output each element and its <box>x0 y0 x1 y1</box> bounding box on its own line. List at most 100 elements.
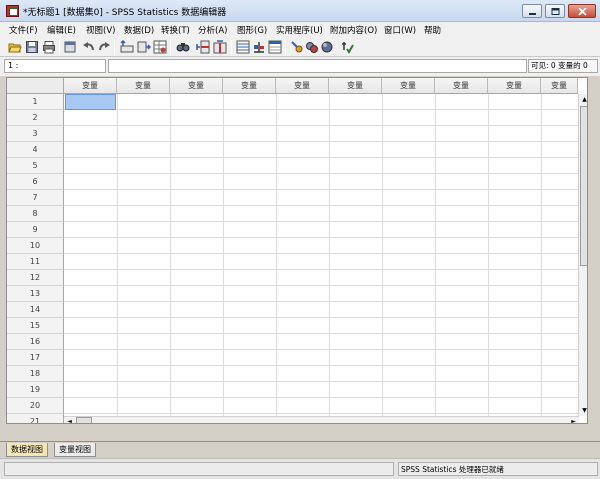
row-header[interactable]: 13 <box>7 286 64 302</box>
row-header[interactable]: 8 <box>7 206 64 222</box>
grid-line <box>329 94 330 423</box>
save-icon[interactable] <box>25 40 39 54</box>
grid-line <box>117 94 118 423</box>
menu-file[interactable]: 文件(F) <box>9 24 38 36</box>
row-header[interactable]: 16 <box>7 334 64 350</box>
column-header[interactable]: 变量 <box>382 78 435 94</box>
column-header[interactable]: 变量 <box>276 78 329 94</box>
grid-line <box>223 94 224 423</box>
column-header[interactable]: 变量 <box>170 78 223 94</box>
row-header[interactable]: 15 <box>7 318 64 334</box>
find-icon[interactable] <box>176 40 190 54</box>
row-header[interactable]: 18 <box>7 366 64 382</box>
undo-icon[interactable] <box>82 40 96 54</box>
menu-analyze[interactable]: 分析(A) <box>198 24 227 36</box>
row-header[interactable]: 21 <box>7 414 64 423</box>
menu-utilities[interactable]: 实用程序(U) <box>276 24 323 36</box>
show-all-variables-icon[interactable] <box>320 40 334 54</box>
row-header[interactable]: 11 <box>7 254 64 270</box>
selected-cell[interactable] <box>65 94 116 110</box>
grid-line <box>276 94 277 423</box>
grid-line <box>64 157 579 158</box>
row-header[interactable]: 17 <box>7 350 64 366</box>
scroll-down-icon[interactable]: ▼ <box>580 406 587 415</box>
grid-line <box>64 253 579 254</box>
goto-variable-icon[interactable] <box>137 40 151 54</box>
vertical-scrollbar[interactable]: ▲ ▼ <box>578 94 587 416</box>
value-labels-icon[interactable] <box>290 40 304 54</box>
row-header[interactable]: 12 <box>7 270 64 286</box>
maximize-button[interactable] <box>545 4 565 18</box>
grid-line <box>64 189 579 190</box>
row-header[interactable]: 10 <box>7 238 64 254</box>
row-header[interactable]: 5 <box>7 158 64 174</box>
goto-case-icon[interactable] <box>120 40 134 54</box>
close-button[interactable] <box>568 4 596 18</box>
row-header[interactable]: 20 <box>7 398 64 414</box>
grid-line <box>64 173 579 174</box>
row-header[interactable]: 14 <box>7 302 64 318</box>
select-cases-icon[interactable] <box>268 40 282 54</box>
column-header[interactable]: 变量 <box>329 78 382 94</box>
column-header[interactable]: 变量 <box>541 78 578 94</box>
horizontal-scroll-thumb[interactable] <box>76 417 92 423</box>
view-tabs: 数据视图 变量视图 <box>0 441 600 457</box>
column-header[interactable]: 变量 <box>435 78 488 94</box>
toolbar-separator <box>114 40 115 55</box>
toolbar-separator <box>231 40 232 55</box>
spell-check-icon[interactable] <box>340 40 354 54</box>
status-left-pane <box>4 462 394 476</box>
menu-graphs[interactable]: 图形(G) <box>237 24 267 36</box>
open-icon[interactable] <box>8 40 22 54</box>
visible-variables-info: 可见: 0 变量的 0 <box>528 59 598 73</box>
minimize-button[interactable] <box>522 4 542 18</box>
column-header[interactable]: 变量 <box>223 78 276 94</box>
weight-cases-icon[interactable] <box>252 40 266 54</box>
scroll-left-icon[interactable]: ◄ <box>65 417 74 423</box>
row-header[interactable]: 2 <box>7 110 64 126</box>
menu-edit[interactable]: 编辑(E) <box>47 24 76 36</box>
row-header[interactable]: 19 <box>7 382 64 398</box>
grid-line <box>64 333 579 334</box>
menu-help[interactable]: 帮助 <box>424 24 441 36</box>
row-header[interactable]: 1 <box>7 94 64 110</box>
insert-variable-icon[interactable] <box>213 40 227 54</box>
grid-corner[interactable] <box>7 78 64 94</box>
menu-transform[interactable]: 转换(T) <box>161 24 190 36</box>
title-bar: *无标题1 [数据集0] - SPSS Statistics 数据编辑器 <box>0 0 600 22</box>
menu-bar: 文件(F) 编辑(E) 视图(V) 数据(D) 转换(T) 分析(A) 图形(G… <box>0 22 600 38</box>
vertical-scroll-thumb[interactable] <box>580 106 587 266</box>
grid-line <box>64 285 579 286</box>
spss-app-icon[interactable] <box>6 5 19 17</box>
row-header[interactable]: 7 <box>7 190 64 206</box>
variables-icon[interactable] <box>153 40 167 54</box>
column-header[interactable]: 变量 <box>64 78 117 94</box>
menu-addons[interactable]: 附加内容(O) <box>330 24 377 36</box>
scroll-right-icon[interactable]: ► <box>569 417 578 423</box>
row-header[interactable]: 6 <box>7 174 64 190</box>
grid-line <box>64 365 579 366</box>
scroll-up-icon[interactable]: ▲ <box>580 95 587 104</box>
column-header[interactable]: 变量 <box>488 78 541 94</box>
column-header[interactable]: 变量 <box>117 78 170 94</box>
split-file-icon[interactable] <box>236 40 250 54</box>
horizontal-scrollbar[interactable]: ◄ ► <box>64 416 579 423</box>
cell-value-input[interactable] <box>108 59 527 73</box>
print-icon[interactable] <box>42 40 56 54</box>
row-header[interactable]: 3 <box>7 126 64 142</box>
menu-view[interactable]: 视图(V) <box>86 24 115 36</box>
maximize-icon <box>551 8 560 15</box>
use-sets-icon[interactable] <box>305 40 319 54</box>
tab-variable-view[interactable]: 变量视图 <box>54 443 96 457</box>
tab-data-view[interactable]: 数据视图 <box>6 443 48 457</box>
grid-line <box>64 141 579 142</box>
grid-line <box>64 269 579 270</box>
menu-window[interactable]: 窗口(W) <box>384 24 416 36</box>
insert-case-icon[interactable] <box>196 40 210 54</box>
dialog-recall-icon[interactable] <box>63 40 77 54</box>
menu-data[interactable]: 数据(D) <box>124 24 154 36</box>
row-header[interactable]: 4 <box>7 142 64 158</box>
grid-line <box>64 397 579 398</box>
redo-icon[interactable] <box>97 40 111 54</box>
row-header[interactable]: 9 <box>7 222 64 238</box>
